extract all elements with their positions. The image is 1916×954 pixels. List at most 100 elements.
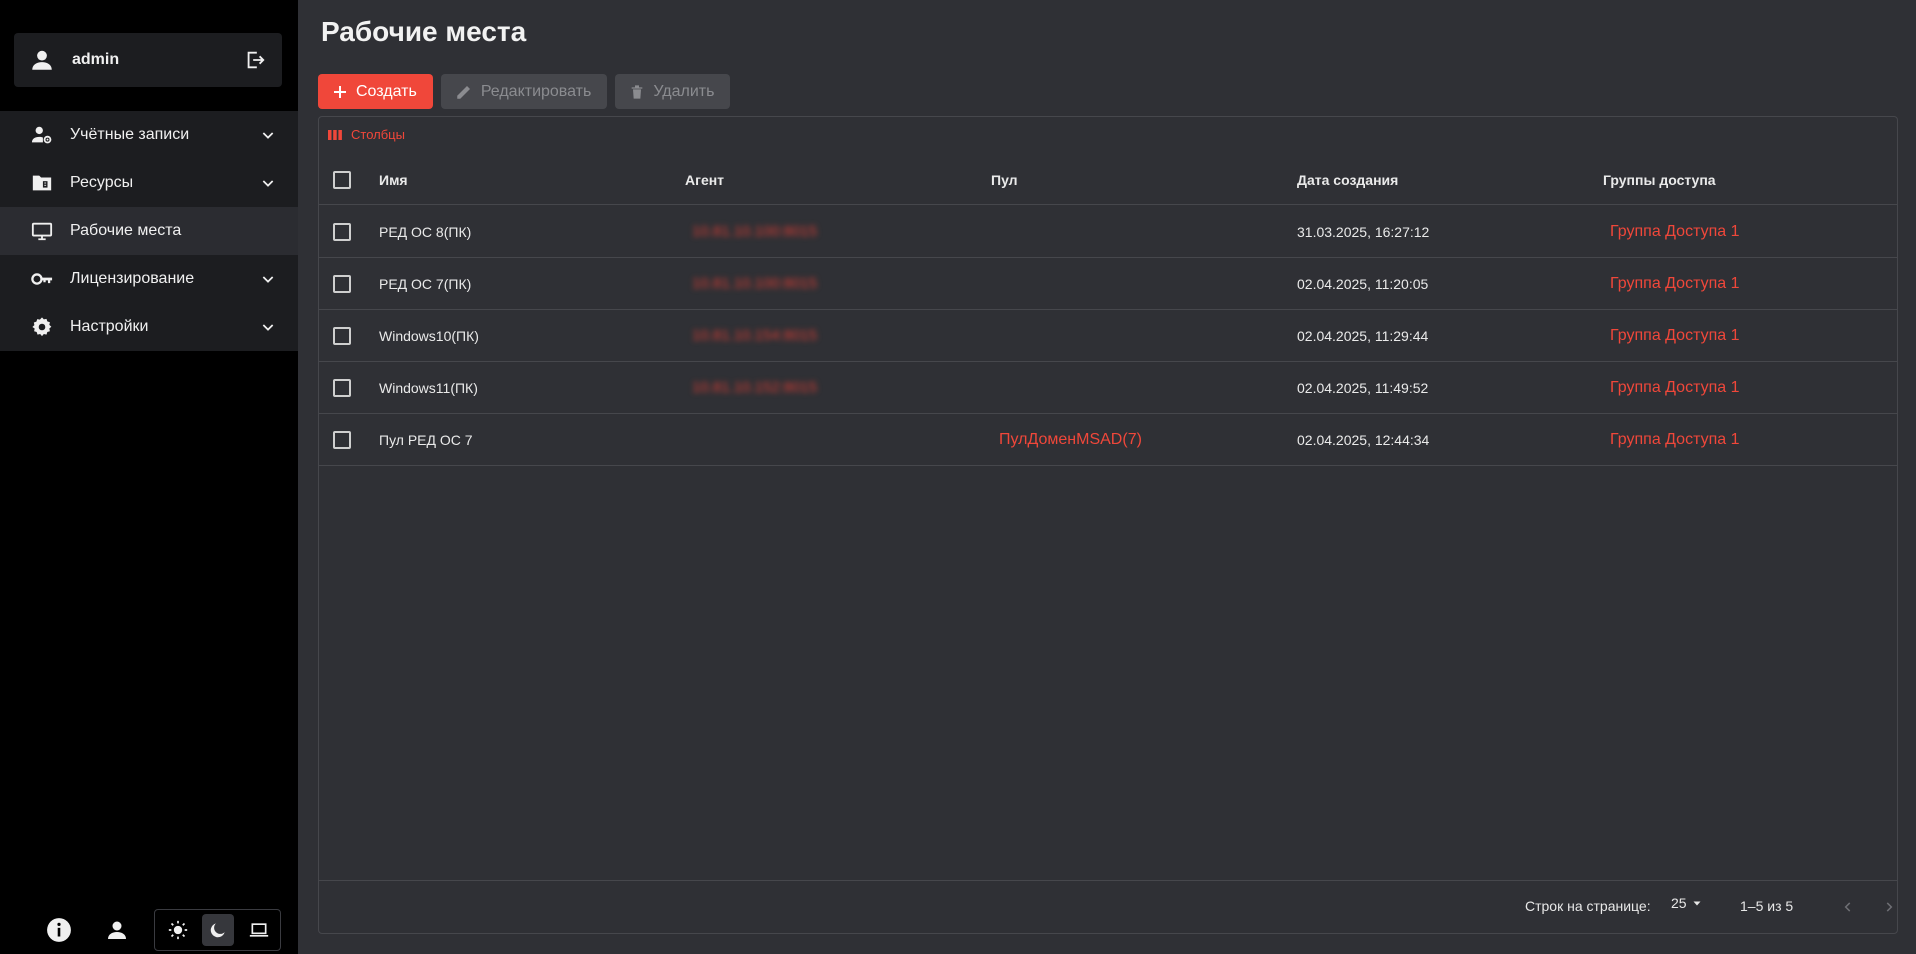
folder-network-icon	[30, 171, 54, 195]
table-row[interactable]: Windows10(ПК) 10.81.10.154:8015 02.04.20…	[319, 310, 1897, 362]
theme-switcher	[154, 909, 281, 951]
rows-per-page-select[interactable]: 25	[1671, 895, 1703, 911]
chevron-down-icon	[258, 173, 278, 193]
header-name[interactable]: Имя	[379, 155, 408, 204]
info-button[interactable]	[43, 914, 75, 946]
user-icon	[108, 921, 126, 939]
row-name: Пул РЕД ОС 7	[379, 431, 473, 448]
header-agent[interactable]: Агент	[685, 155, 724, 204]
rows-per-page-value: 25	[1671, 895, 1687, 911]
row-name: Windows10(ПК)	[379, 327, 479, 344]
sidebar-item-resources[interactable]: Ресурсы	[0, 159, 298, 207]
row-agent: 10.81.10.154:8015	[692, 327, 818, 344]
sidebar-item-label: Учётные записи	[70, 126, 190, 143]
row-name: РЕД ОС 7(ПК)	[379, 275, 472, 292]
laptop-icon	[249, 923, 269, 937]
table-row[interactable]: РЕД ОС 8(ПК) 10.81.10.100:8015 31.03.202…	[319, 206, 1897, 258]
row-group-link[interactable]: Группа Доступа 1	[1610, 258, 1739, 309]
edit-button[interactable]: Редактировать	[440, 74, 608, 109]
row-pool-link[interactable]: ПулДоменMSAD(7)	[999, 414, 1142, 465]
sidebar-nav: Учётные записи Ресурсы Рабочие места Лиц…	[0, 111, 298, 351]
sidebar-item-label: Лицензирование	[70, 270, 195, 287]
delete-button[interactable]: Удалить	[615, 74, 731, 109]
chevron-down-icon	[258, 317, 278, 337]
header-access-groups[interactable]: Группы доступа	[1603, 155, 1716, 204]
user-icon	[28, 46, 56, 74]
pagination-range: 1–5 из 5	[1740, 898, 1794, 914]
table-header: Имя Агент Пул Дата создания Группы досту…	[319, 155, 1897, 205]
sidebar-footer	[0, 908, 298, 952]
row-created: 02.04.2025, 11:20:05	[1297, 275, 1429, 292]
prev-page-button[interactable]	[1834, 893, 1862, 921]
sidebar-item-label: Рабочие места	[70, 222, 182, 239]
sun-icon	[168, 920, 188, 940]
row-created: 02.04.2025, 12:44:34	[1297, 431, 1430, 448]
row-checkbox[interactable]	[333, 274, 351, 293]
columns-button[interactable]: Столбцы	[327, 127, 405, 142]
row-created: 02.04.2025, 11:29:44	[1297, 327, 1429, 344]
row-checkbox[interactable]	[333, 222, 351, 241]
row-checkbox[interactable]	[333, 326, 351, 345]
caret-down-icon	[1693, 901, 1701, 906]
row-name: Windows11(ПК)	[379, 379, 478, 396]
trash-icon	[632, 84, 643, 99]
username: admin	[72, 51, 120, 68]
row-checkbox[interactable]	[333, 430, 351, 449]
row-group-link[interactable]: Группа Доступа 1	[1610, 206, 1739, 257]
table-row[interactable]: РЕД ОС 7(ПК) 10.81.10.100:8015 02.04.202…	[319, 258, 1897, 310]
moon-icon	[210, 923, 225, 938]
workplaces-table: Столбцы Имя Агент Пул Дата создания Груп…	[318, 116, 1898, 934]
create-button-label: Создать	[356, 82, 417, 100]
row-group-link[interactable]: Группа Доступа 1	[1610, 310, 1739, 361]
header-pool[interactable]: Пул	[991, 155, 1018, 204]
delete-button-label: Удалить	[653, 82, 715, 100]
chevron-left-icon	[1844, 902, 1851, 912]
columns-button-label: Столбцы	[351, 127, 405, 142]
user-cog-icon	[30, 123, 54, 147]
profile-button[interactable]	[101, 914, 133, 946]
row-created: 31.03.2025, 16:27:12	[1297, 223, 1430, 240]
sidebar-item-workplaces[interactable]: Рабочие места	[0, 207, 298, 255]
edit-button-label: Редактировать	[480, 82, 592, 100]
sidebar-item-accounts[interactable]: Учётные записи	[0, 111, 298, 159]
row-agent: 10.81.10.100:8015	[692, 275, 818, 292]
columns-icon	[328, 129, 342, 140]
sidebar-item-label: Настройки	[70, 318, 149, 335]
header-created[interactable]: Дата создания	[1297, 155, 1398, 204]
key-icon	[30, 267, 54, 291]
light-theme-button[interactable]	[162, 914, 194, 946]
pencil-icon	[457, 85, 470, 99]
next-page-button[interactable]	[1875, 893, 1903, 921]
logout-icon	[247, 51, 265, 69]
user-card: admin	[14, 33, 282, 87]
table-pagination: Строк на странице: 25 1–5 из 5	[319, 880, 1897, 933]
gear-icon	[30, 315, 54, 339]
select-all-checkbox[interactable]	[333, 170, 351, 189]
row-agent: 10.81.10.100:8015	[692, 223, 818, 240]
create-button[interactable]: Создать	[318, 74, 433, 109]
dark-theme-button[interactable]	[202, 914, 234, 946]
chevron-down-icon	[258, 269, 278, 289]
info-icon	[47, 918, 71, 942]
monitor-icon	[30, 219, 54, 243]
table-row[interactable]: Windows11(ПК) 10.81.10.152:8015 02.04.20…	[319, 362, 1897, 414]
chevron-down-icon	[258, 125, 278, 145]
toolbar: Создать Редактировать Удалить	[318, 74, 731, 109]
table-row[interactable]: Пул РЕД ОС 7 ПулДоменMSAD(7) 02.04.2025,…	[319, 414, 1897, 466]
row-checkbox[interactable]	[333, 378, 351, 397]
rows-per-page-label: Строк на странице:	[1525, 898, 1651, 914]
plus-icon	[334, 85, 346, 98]
sidebar: admin Учётные записи Ресурсы Рабочие мес…	[0, 0, 298, 954]
page-title: Рабочие места	[321, 16, 527, 47]
row-name: РЕД ОС 8(ПК)	[379, 223, 472, 240]
sidebar-item-licensing[interactable]: Лицензирование	[0, 255, 298, 303]
logout-button[interactable]	[242, 47, 268, 73]
row-created: 02.04.2025, 11:49:52	[1297, 379, 1429, 396]
row-group-link[interactable]: Группа Доступа 1	[1610, 414, 1739, 465]
chevron-right-icon	[1886, 902, 1893, 912]
sidebar-item-settings[interactable]: Настройки	[0, 303, 298, 351]
system-theme-button[interactable]	[243, 914, 275, 946]
sidebar-item-label: Ресурсы	[70, 174, 134, 191]
row-agent: 10.81.10.152:8015	[692, 379, 818, 396]
row-group-link[interactable]: Группа Доступа 1	[1610, 362, 1739, 413]
